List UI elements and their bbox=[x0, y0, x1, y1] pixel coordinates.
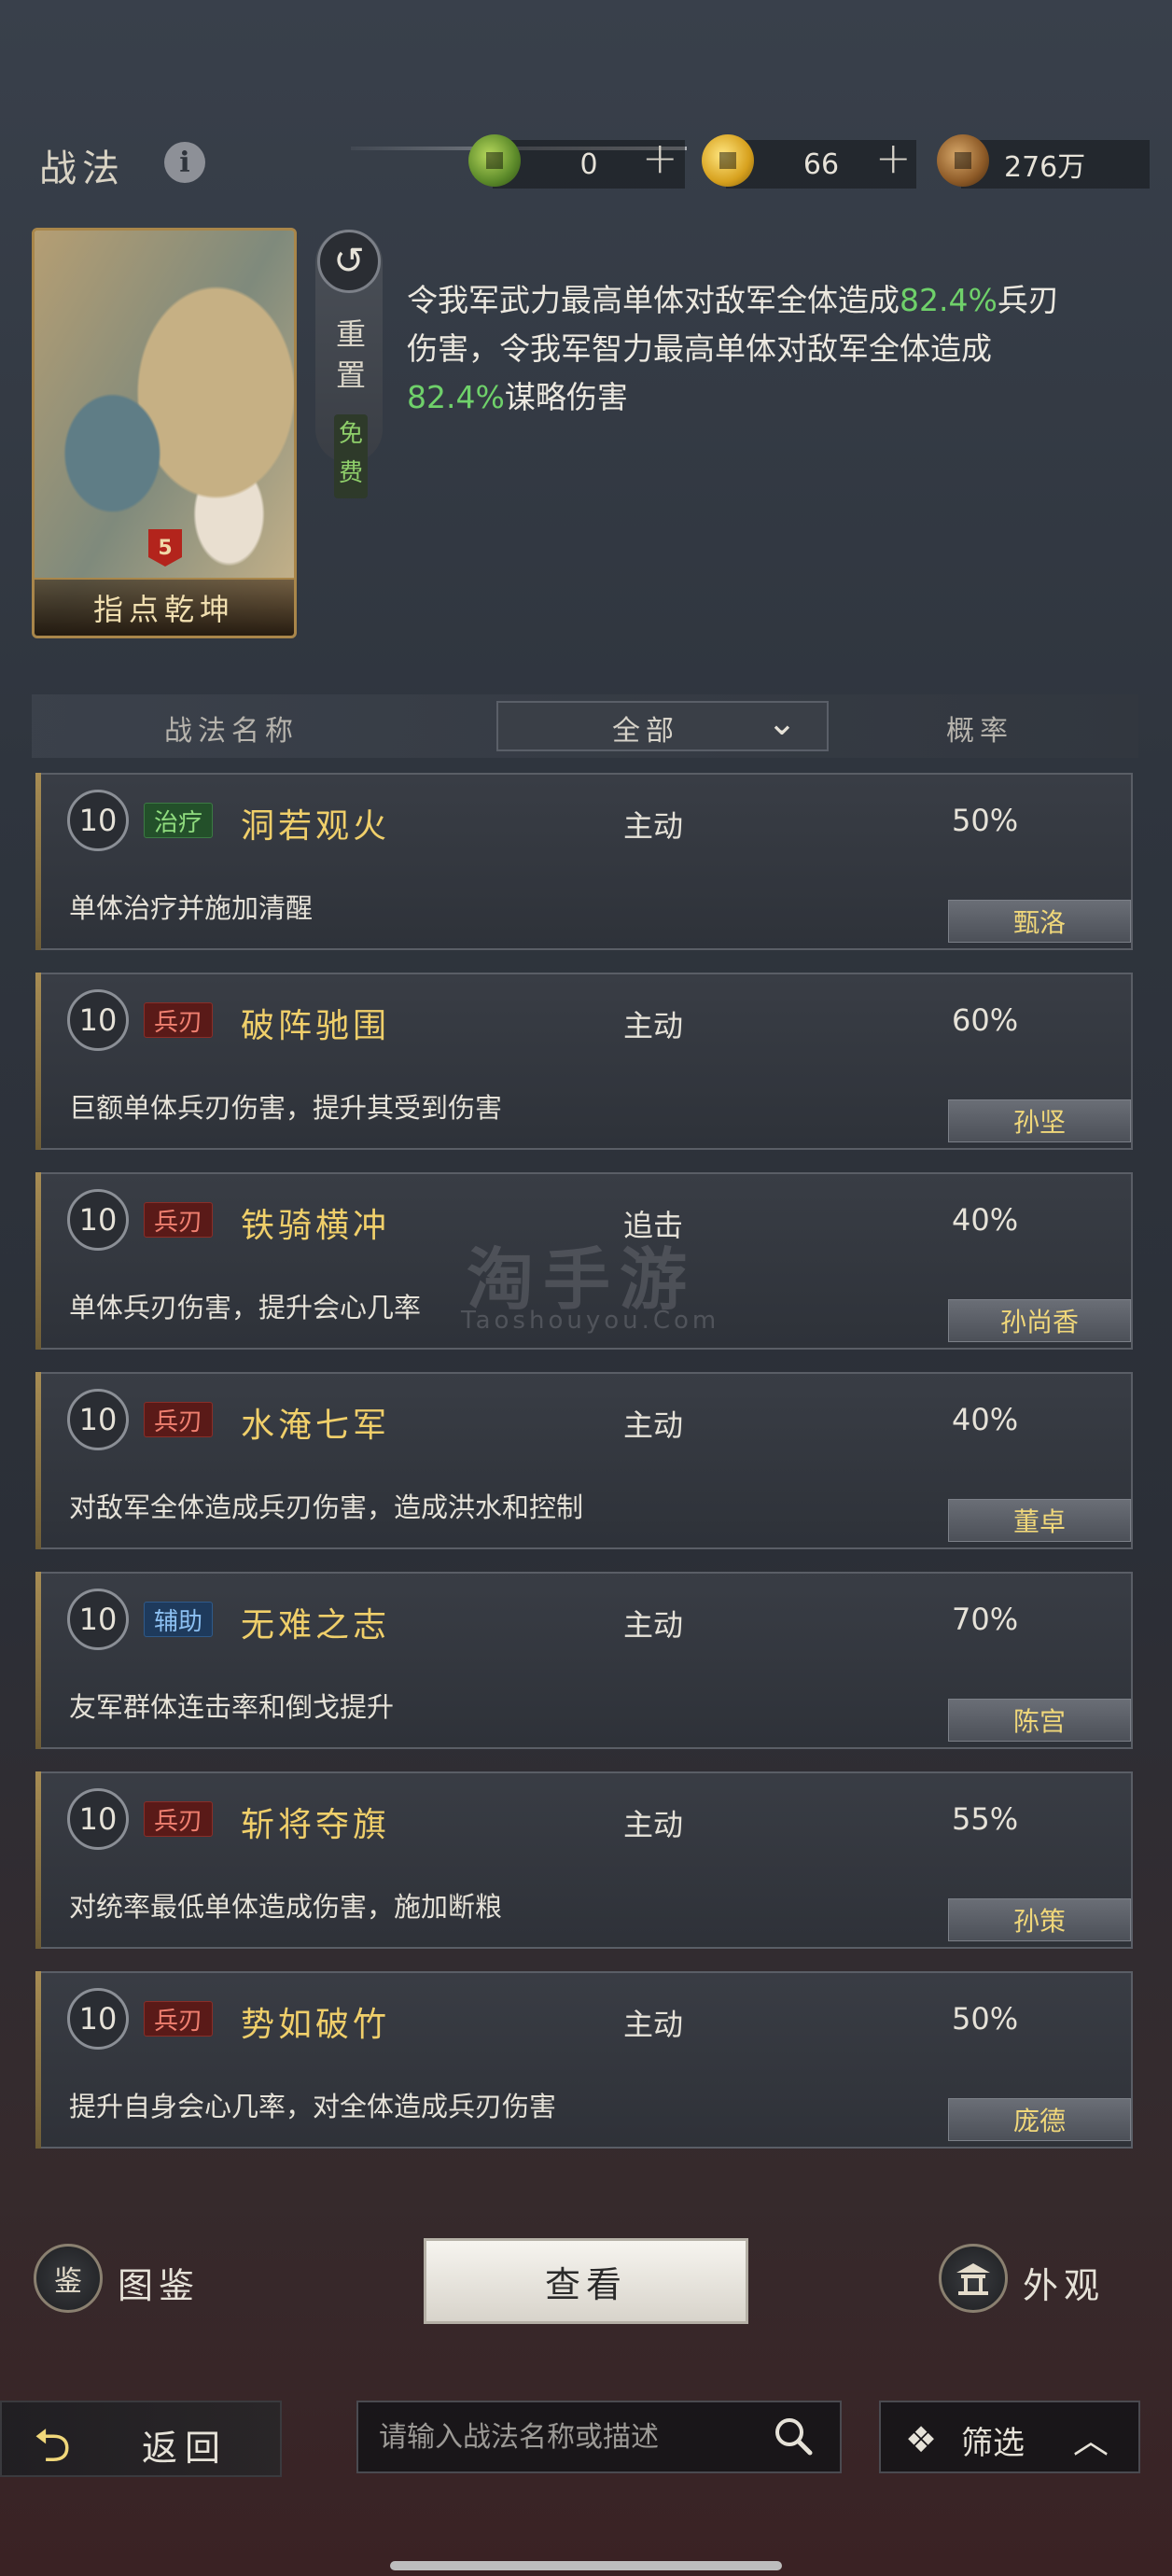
skill-type: 主动 bbox=[623, 808, 684, 844]
skill-card[interactable]: 5 指点乾坤 bbox=[32, 228, 297, 638]
desc-part: 令我军武力最高单体对敌军全体造成 bbox=[407, 282, 900, 318]
card-artwork bbox=[35, 231, 294, 636]
skill-owner-badge[interactable]: 董卓 bbox=[948, 1499, 1131, 1542]
back-label: 返回 bbox=[142, 2428, 229, 2469]
skill-type: 主动 bbox=[623, 1807, 684, 1842]
skill-rate: 60% bbox=[952, 1002, 1019, 1038]
skill-level: 10 bbox=[67, 790, 129, 851]
gold-amount: 66 bbox=[802, 147, 840, 181]
skill-tag: 兵刃 bbox=[144, 1002, 214, 1038]
skill-description-short: 友军群体连击率和倒戈提升 bbox=[69, 1691, 395, 1723]
copper-coin-icon bbox=[937, 134, 989, 187]
appearance-label[interactable]: 外观 bbox=[1023, 2257, 1105, 2308]
skill-tag: 兵刃 bbox=[144, 1202, 214, 1238]
skill-name: 斩将夺旗 bbox=[241, 1806, 391, 1844]
skill-tag: 兵刃 bbox=[144, 1402, 214, 1437]
desc-highlight: 82.4% bbox=[900, 282, 998, 318]
skill-type: 主动 bbox=[623, 2007, 684, 2042]
skill-level: 10 bbox=[67, 1389, 129, 1450]
search-input[interactable] bbox=[379, 2414, 752, 2460]
column-header-rate: 概率 bbox=[946, 715, 1013, 748]
skill-owner-badge[interactable]: 甄洛 bbox=[948, 900, 1131, 943]
skill-owner-badge[interactable]: 孙尚香 bbox=[948, 1299, 1131, 1342]
skill-description-short: 单体治疗并施加清醒 bbox=[69, 892, 314, 924]
info-icon[interactable]: i bbox=[164, 142, 205, 183]
skill-level: 10 bbox=[67, 1988, 129, 2050]
skill-level: 10 bbox=[67, 989, 129, 1051]
card-name: 指点乾坤 bbox=[35, 578, 294, 636]
filter-label: 筛选 bbox=[961, 2425, 1025, 2462]
skill-name: 铁骑横冲 bbox=[241, 1207, 391, 1245]
skill-description-short: 巨额单体兵刃伤害，提升其受到伤害 bbox=[69, 1092, 503, 1124]
type-filter-value: 全部 bbox=[612, 715, 679, 748]
skill-rate: 40% bbox=[952, 1402, 1019, 1437]
skill-name: 势如破竹 bbox=[241, 2006, 391, 2044]
gold-plus-button[interactable]: + bbox=[875, 133, 912, 183]
free-label: 免费 bbox=[334, 414, 368, 498]
skill-tag: 兵刃 bbox=[144, 1801, 214, 1837]
skill-description-short: 提升自身会心几率，对全体造成兵刃伤害 bbox=[69, 2091, 557, 2122]
skill-level: 10 bbox=[67, 1788, 129, 1850]
skill-description-short: 对统率最低单体造成伤害，施加断粮 bbox=[69, 1891, 503, 1923]
skill-description-short: 单体兵刃伤害，提升会心几率 bbox=[69, 1292, 422, 1323]
skill-description: 令我军武力最高单体对敌军全体造成82.4%兵刃伤害，令我军智力最高单体对敌军全体… bbox=[407, 276, 1079, 422]
skill-owner-badge[interactable]: 庞德 bbox=[948, 2098, 1131, 2141]
search-icon[interactable] bbox=[771, 2414, 816, 2458]
reset-label: 重置 bbox=[335, 316, 366, 393]
skill-tag: 治疗 bbox=[144, 803, 214, 838]
jade-plus-button[interactable]: + bbox=[642, 133, 678, 183]
page-title: 战法 bbox=[39, 147, 125, 190]
skill-owner-badge[interactable]: 陈宫 bbox=[948, 1699, 1131, 1742]
chevron-up-icon[interactable]: ︿ bbox=[1073, 2412, 1109, 2463]
skill-rate: 50% bbox=[952, 2001, 1019, 2037]
skill-type: 主动 bbox=[623, 1607, 684, 1643]
skill-owner-badge[interactable]: 孙坚 bbox=[948, 1099, 1131, 1142]
skill-name: 破阵驰围 bbox=[241, 1007, 391, 1045]
desc-part: 谋略伤害 bbox=[504, 379, 628, 415]
skill-rate: 70% bbox=[952, 1602, 1019, 1637]
skill-owner-badge[interactable]: 孙策 bbox=[948, 1898, 1131, 1941]
chevron-down-icon: ⌄ bbox=[767, 702, 797, 743]
jade-amount: 0 bbox=[579, 147, 598, 181]
column-header-name: 战法名称 bbox=[164, 715, 299, 748]
skill-name: 水淹七军 bbox=[241, 1407, 391, 1445]
watermark-url: Taoshouyou.Com bbox=[461, 1307, 720, 1335]
skill-type: 主动 bbox=[623, 1008, 684, 1043]
codex-icon-text: 鉴 bbox=[54, 2265, 82, 2298]
copper-amount: 276万 bbox=[1004, 151, 1086, 184]
pavilion-icon bbox=[956, 2263, 990, 2295]
back-arrow-icon: ⮌ bbox=[34, 2418, 72, 2472]
reset-icon[interactable]: ↺ bbox=[317, 230, 381, 293]
home-indicator bbox=[390, 2561, 782, 2570]
codex-label[interactable]: 图鉴 bbox=[118, 2257, 200, 2308]
view-button[interactable]: 查看 bbox=[424, 2238, 748, 2324]
skill-tag: 辅助 bbox=[144, 1602, 214, 1637]
desc-highlight: 82.4% bbox=[407, 379, 505, 415]
skill-name: 洞若观火 bbox=[241, 807, 391, 846]
jade-coin-icon bbox=[468, 134, 521, 187]
skill-level: 10 bbox=[67, 1589, 129, 1650]
skill-tag: 兵刃 bbox=[144, 2001, 214, 2037]
appearance-icon[interactable] bbox=[939, 2244, 1008, 2313]
skill-type: 主动 bbox=[623, 1407, 684, 1443]
skill-rate: 40% bbox=[952, 1202, 1019, 1238]
gold-coin-icon bbox=[702, 134, 754, 187]
copper-currency: 276万 bbox=[961, 140, 1150, 189]
codex-icon[interactable]: 鉴 bbox=[34, 2244, 103, 2313]
skill-rate: 55% bbox=[952, 1801, 1019, 1837]
filter-icon: ❖ bbox=[905, 2419, 938, 2460]
skill-description-short: 对敌军全体造成兵刃伤害，造成洪水和控制 bbox=[69, 1491, 584, 1523]
skill-name: 无难之志 bbox=[241, 1606, 391, 1645]
skill-level: 10 bbox=[67, 1189, 129, 1251]
skill-rate: 50% bbox=[952, 803, 1019, 838]
